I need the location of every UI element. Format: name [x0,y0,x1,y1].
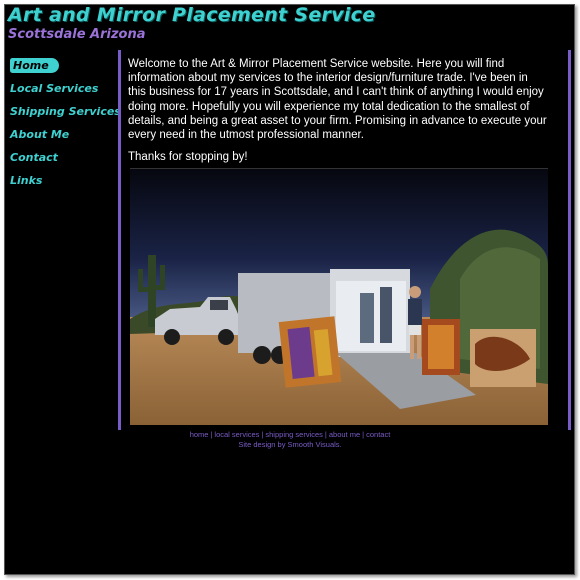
nav-item-about-me[interactable]: About Me [10,123,120,146]
footer-link-home[interactable]: home [190,430,209,439]
site-subtitle: Scottsdale Arizona [8,27,146,42]
site-title: Art and Mirror Placement Service [8,4,376,26]
nav-item-contact[interactable]: Contact [10,146,120,169]
thanks-paragraph: Thanks for stopping by! [128,151,248,164]
nav-item-shipping-services[interactable]: Shipping Services [10,100,121,123]
welcome-paragraph: Welcome to the Art & Mirror Placement Se… [128,58,547,142]
footer-credit: Site design by Smooth Visuals. [238,440,342,449]
hero-photo [130,168,548,425]
sidebar-nav: Home Local Services Shipping Services Ab… [10,54,121,192]
nav-item-links[interactable]: Links [10,169,120,192]
footer-link-contact[interactable]: contact [366,430,390,439]
footer-links: home | local services | shipping services | ab… [0,430,580,439]
main-content: Welcome to the Art & Mirror Placement Se… [128,57,548,172]
footer-link-about-me[interactable]: about me [329,430,360,439]
footer-link-shipping-services[interactable]: shipping services [265,430,323,439]
footer-link-local-services[interactable]: local services [214,430,259,439]
nav-item-home[interactable]: Home [10,54,120,77]
nav-item-local-services[interactable]: Local Services [10,77,120,100]
